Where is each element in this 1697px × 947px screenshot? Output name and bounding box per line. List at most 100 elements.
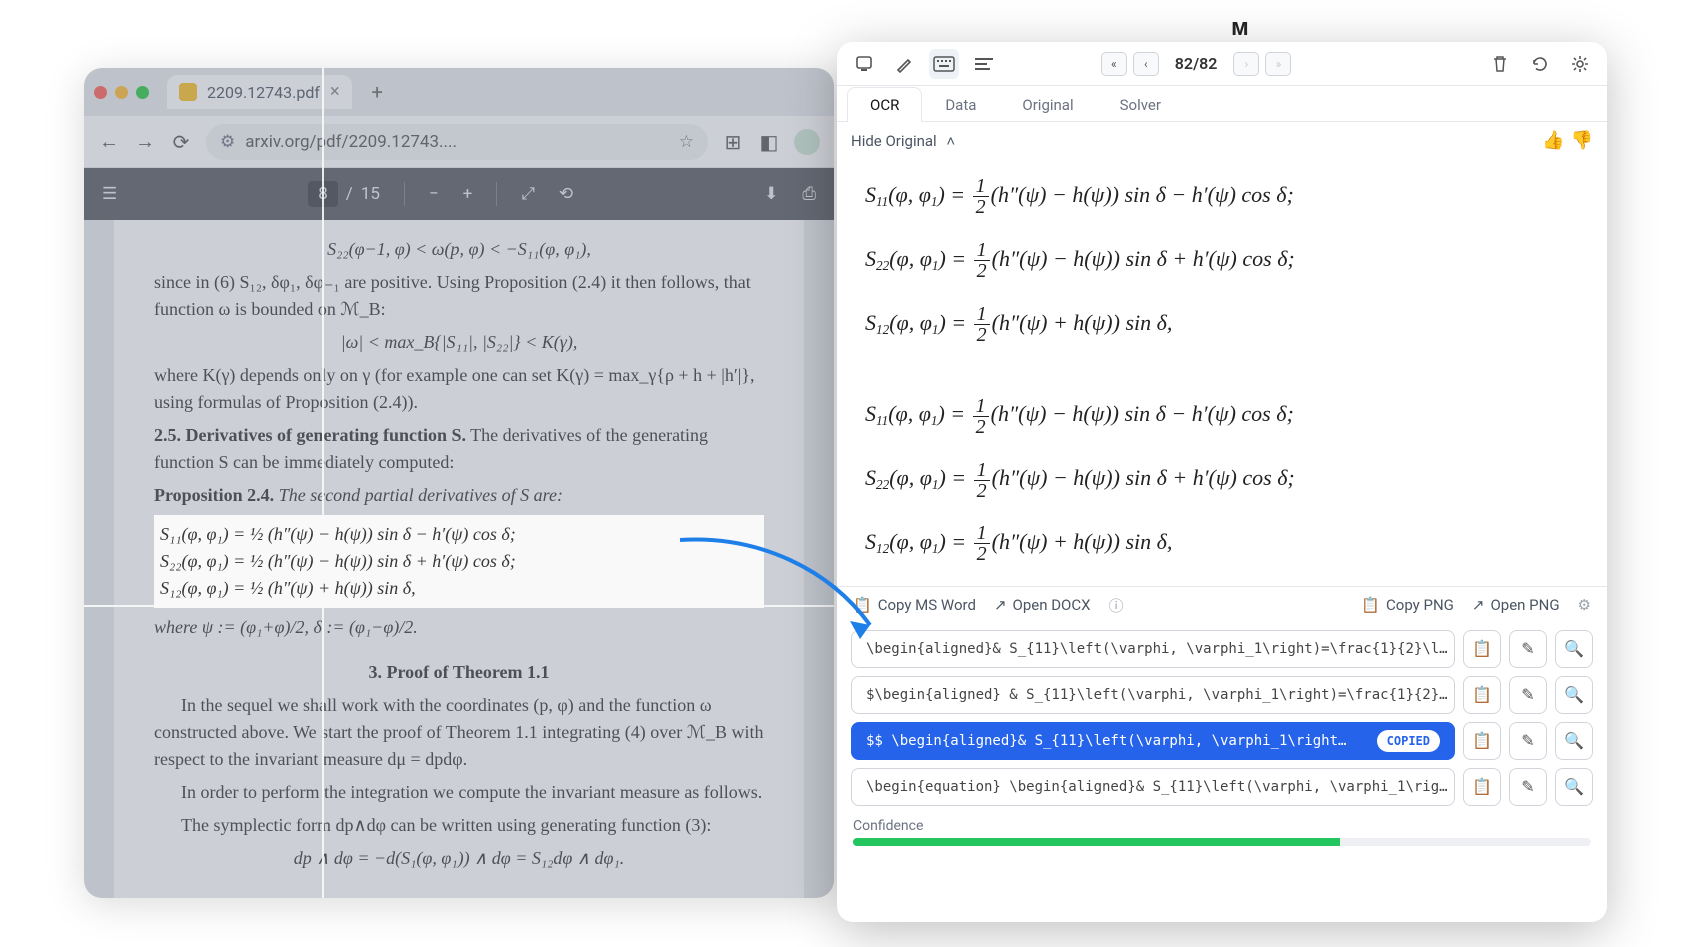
- search-button[interactable]: 🔍: [1555, 630, 1593, 668]
- math-row-2: S22(φ, φ1) = 12(h″(ψ) − h(ψ)) sin δ + h′…: [865, 227, 1579, 291]
- maximize-window-icon[interactable]: [136, 86, 149, 99]
- pdf-para1: since in (6) S₁₂, δφ₁, δφ₋₁ are positive…: [154, 269, 764, 323]
- print-icon[interactable]: ⎙: [802, 184, 816, 204]
- latex-code-selected[interactable]: $$ \begin{aligned}& S_{11}\left(\varphi,…: [851, 722, 1455, 760]
- copy-button[interactable]: 📋: [1463, 630, 1501, 668]
- delete-icon[interactable]: [1485, 49, 1515, 79]
- edit-button[interactable]: ✎: [1509, 630, 1547, 668]
- open-png-button[interactable]: ↗Open PNG: [1472, 596, 1560, 614]
- pen-tool-icon[interactable]: [889, 49, 919, 79]
- menu-icon[interactable]: ☰: [102, 184, 117, 204]
- snip-panel: « ‹ 82/82 › » OCR Data Original Solver H…: [837, 42, 1607, 922]
- copy-button[interactable]: 📋: [1463, 676, 1501, 714]
- pdf-body2a: In the sequel we shall work with the coo…: [154, 692, 764, 773]
- tab-data[interactable]: Data: [922, 87, 999, 122]
- rotate-icon[interactable]: ⟲: [559, 184, 573, 204]
- close-window-icon[interactable]: [94, 86, 107, 99]
- latex-output-list: \begin{aligned}& S_{11}\left(\varphi, \v…: [837, 624, 1607, 812]
- external-link-icon: ↗: [994, 596, 1007, 614]
- page-next-button[interactable]: ›: [1233, 52, 1259, 76]
- page-first-button[interactable]: «: [1101, 52, 1127, 76]
- download-icon[interactable]: ⬇: [764, 184, 778, 204]
- panel-toolbar: « ‹ 82/82 › »: [837, 42, 1607, 86]
- pdf-viewport[interactable]: S₂₂(φ−1, φ) < ω(p, φ) < −S₁₁(φ, φ₁), sin…: [84, 220, 834, 898]
- copy-word-button[interactable]: 📋Copy MS Word: [853, 596, 976, 614]
- math-row-5: S22(φ, φ1) = 12(h″(ψ) − h(ψ)) sin δ + h′…: [865, 446, 1579, 510]
- help-icon[interactable]: ⓘ: [1109, 595, 1124, 616]
- pdf-equation-block: S₁₁(φ, φ₁) = ½ (h″(ψ) − h(ψ)) sin δ − h′…: [154, 515, 764, 608]
- new-tab-button[interactable]: +: [362, 76, 393, 108]
- zoom-in-icon[interactable]: +: [463, 184, 473, 204]
- zoom-out-icon[interactable]: −: [429, 184, 439, 204]
- app-logo-icon: ᴍ: [1231, 14, 1267, 44]
- minimize-window-icon[interactable]: [115, 86, 128, 99]
- search-button[interactable]: 🔍: [1555, 768, 1593, 806]
- latex-code[interactable]: $\begin{aligned} & S_{11}\left(\varphi, …: [851, 676, 1455, 714]
- math-row-3: S12(φ, φ1) = 12(h″(ψ) + h(ψ)) sin δ,: [865, 291, 1579, 355]
- hide-original-toggle[interactable]: Hide Original ˄: [851, 132, 955, 150]
- tab-ocr[interactable]: OCR: [847, 87, 922, 122]
- copy-png-button[interactable]: 📋Copy PNG: [1361, 596, 1454, 614]
- browser-tabbar: 2209.12743.pdf × +: [84, 68, 834, 116]
- open-docx-button[interactable]: ↗Open DOCX: [994, 596, 1091, 614]
- site-settings-icon[interactable]: ⚙: [220, 132, 235, 152]
- settings-icon[interactable]: [1565, 49, 1595, 79]
- tab-title: 2209.12743.pdf: [207, 83, 320, 102]
- page-sep: /: [346, 184, 353, 204]
- close-tab-icon[interactable]: ×: [330, 83, 340, 101]
- fit-page-icon[interactable]: ⤢: [521, 184, 535, 204]
- pdf-eq1: S₁₁(φ, φ₁) = ½ (h″(ψ) − h(ψ)) sin δ − h′…: [160, 521, 764, 548]
- confidence-fill: [853, 838, 1340, 846]
- edit-button[interactable]: ✎: [1509, 722, 1547, 760]
- search-button[interactable]: 🔍: [1555, 676, 1593, 714]
- pdf-body2c: The symplectic form dp∧dφ can be written…: [154, 812, 764, 839]
- reload-button[interactable]: ⟳: [170, 130, 192, 154]
- extensions-icon[interactable]: ⊞: [722, 130, 744, 154]
- url-field[interactable]: ⚙ arxiv.org/pdf/2209.12743.... ☆: [206, 124, 708, 160]
- keyboard-tool-icon[interactable]: [929, 49, 959, 79]
- page-prev-button[interactable]: ‹: [1133, 52, 1159, 76]
- pdf-eq2: S₂₂(φ, φ₁) = ½ (h″(ψ) − h(ψ)) sin δ + h′…: [160, 548, 764, 575]
- page-total: 15: [361, 184, 380, 204]
- tab-original[interactable]: Original: [999, 87, 1096, 122]
- panel-tabs: OCR Data Original Solver: [837, 86, 1607, 122]
- profile-avatar-icon[interactable]: [794, 129, 820, 155]
- thumbs-down-icon[interactable]: 👎: [1571, 130, 1593, 151]
- pdf-body2b: In order to perform the integration we c…: [154, 779, 764, 806]
- panel-subheader: Hide Original ˄ 👍 👎: [837, 122, 1607, 159]
- forward-button[interactable]: →: [134, 129, 156, 154]
- window-controls[interactable]: [94, 86, 149, 99]
- sidepanel-icon[interactable]: ◧: [758, 130, 780, 154]
- bookmark-icon[interactable]: ☆: [679, 132, 694, 152]
- edit-button[interactable]: ✎: [1509, 676, 1547, 714]
- panel-pager: « ‹ 82/82 › »: [1101, 52, 1292, 76]
- latex-code[interactable]: \begin{equation} \begin{aligned}& S_{11}…: [851, 768, 1455, 806]
- copy-button[interactable]: 📋: [1463, 768, 1501, 806]
- math-row-4: S11(φ, φ1) = 12(h″(ψ) − h(ψ)) sin δ − h′…: [865, 382, 1579, 446]
- pdf-eq-sym: dp ∧ dφ = −d(S₁(φ, φ₁)) ∧ dφ = S₁₂dφ ∧ d…: [154, 845, 764, 872]
- edit-button[interactable]: ✎: [1509, 768, 1547, 806]
- page-last-button[interactable]: »: [1265, 52, 1291, 76]
- pdf-eq3: S₁₂(φ, φ₁) = ½ (h″(ψ) + h(ψ)) sin δ,: [160, 575, 764, 602]
- pdf-toolbar: ☰ 8 / 15 − + ⤢ ⟲ ⬇ ⎙: [84, 168, 834, 220]
- page-indicator: 8 / 15: [308, 181, 380, 207]
- thumbs-up-icon[interactable]: 👍: [1542, 130, 1564, 151]
- refresh-icon[interactable]: [1525, 49, 1555, 79]
- latex-code[interactable]: \begin{aligned}& S_{11}\left(\varphi, \v…: [851, 630, 1455, 668]
- crop-tool-icon[interactable]: [849, 49, 879, 79]
- pdf-eq-top: S₂₂(φ−1, φ) < ω(p, φ) < −S₁₁(φ, φ₁),: [154, 236, 764, 263]
- latex-row: $\begin{aligned} & S_{11}\left(\varphi, …: [851, 676, 1593, 714]
- align-tool-icon[interactable]: [969, 49, 999, 79]
- prop24: Proposition 2.4.: [154, 485, 274, 505]
- copy-button[interactable]: 📋: [1463, 722, 1501, 760]
- latex-row: \begin{aligned}& S_{11}\left(\varphi, \v…: [851, 630, 1593, 668]
- math-preview: S11(φ, φ1) = 12(h″(ψ) − h(ψ)) sin δ − h′…: [837, 159, 1607, 586]
- page-count: 82/82: [1175, 54, 1218, 73]
- search-button[interactable]: 🔍: [1555, 722, 1593, 760]
- back-button[interactable]: ←: [98, 129, 120, 154]
- tab-solver[interactable]: Solver: [1097, 87, 1184, 122]
- copied-badge: COPIED: [1377, 730, 1440, 752]
- export-settings-icon[interactable]: ⚙: [1578, 596, 1591, 614]
- clipboard-icon: 📋: [1361, 596, 1380, 614]
- latex-row: $$ \begin{aligned}& S_{11}\left(\varphi,…: [851, 722, 1593, 760]
